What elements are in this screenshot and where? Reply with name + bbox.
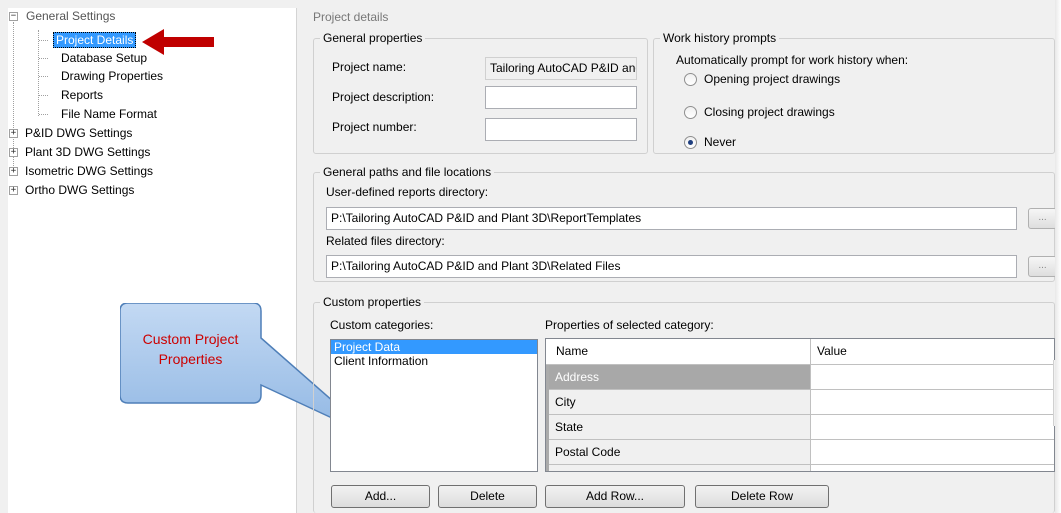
collapse-icon[interactable]: − — [9, 12, 18, 21]
project-description-label: Project description: — [332, 90, 435, 104]
properties-grid[interactable]: Name Value Address City State Postal Cod… — [545, 338, 1055, 472]
tree-item-ortho-dwg-settings[interactable]: Ortho DWG Settings — [25, 182, 134, 198]
tree-item-pid-dwg-settings[interactable]: P&ID DWG Settings — [25, 125, 132, 141]
tree-connector — [38, 30, 39, 116]
project-number-label: Project number: — [332, 120, 417, 134]
reports-directory-label: User-defined reports directory: — [326, 185, 489, 199]
table-row-name[interactable]: City — [549, 390, 811, 415]
radio-closing-drawings[interactable] — [684, 106, 697, 119]
project-name-label: Project name: — [332, 60, 407, 74]
project-name-field[interactable]: Tailoring AutoCAD P&ID and Plant 3D — [485, 57, 637, 80]
expand-icon[interactable]: + — [9, 186, 18, 195]
tree-connector — [39, 58, 48, 59]
expand-icon[interactable]: + — [9, 148, 18, 157]
radio-opening-drawings[interactable] — [684, 73, 697, 86]
radio-opening-drawings-label[interactable]: Opening project drawings — [704, 72, 840, 86]
list-item[interactable]: Client Information — [331, 354, 537, 368]
properties-label: Properties of selected category: — [545, 318, 714, 332]
tree-connector — [39, 76, 48, 77]
tree-connector — [39, 40, 48, 41]
expand-icon[interactable]: + — [9, 167, 18, 176]
radio-closing-drawings-label[interactable]: Closing project drawings — [704, 105, 835, 119]
tree-item-database-setup[interactable]: Database Setup — [61, 50, 147, 66]
tree-item-general-settings[interactable]: General Settings — [26, 8, 115, 24]
tree-item-reports[interactable]: Reports — [61, 87, 103, 103]
pane-title: Project details — [313, 10, 389, 24]
related-files-browse-button[interactable]: ... — [1028, 256, 1057, 277]
custom-categories-label: Custom categories: — [330, 318, 434, 332]
tree-item-project-details[interactable]: Project Details — [53, 32, 137, 48]
delete-category-button[interactable]: Delete — [438, 485, 537, 508]
radio-never[interactable] — [684, 136, 697, 149]
table-row-value — [811, 465, 1054, 471]
work-history-prompt: Automatically prompt for work history wh… — [676, 53, 909, 67]
expand-icon[interactable]: + — [9, 129, 18, 138]
delete-row-button[interactable]: Delete Row — [695, 485, 829, 508]
tree-item-drawing-properties[interactable]: Drawing Properties — [61, 68, 163, 84]
reports-directory-browse-button[interactable]: ... — [1028, 208, 1057, 229]
table-row-name[interactable]: Address — [549, 365, 811, 390]
table-row-name[interactable]: Postal Code — [549, 440, 811, 465]
tree-item-plant3d-dwg-settings[interactable]: Plant 3D DWG Settings — [25, 144, 150, 160]
add-row-button[interactable]: Add Row... — [545, 485, 685, 508]
radio-never-label[interactable]: Never — [704, 135, 736, 149]
edge-shadow — [1055, 0, 1061, 513]
work-history-label: Work history prompts — [660, 31, 780, 45]
table-row-value[interactable] — [811, 365, 1054, 390]
tree-connector — [39, 95, 48, 96]
table-row-value[interactable] — [811, 440, 1054, 465]
table-row-name[interactable]: State — [549, 415, 811, 440]
tree-item-isometric-dwg-settings[interactable]: Isometric DWG Settings — [25, 163, 153, 179]
table-row-value[interactable] — [811, 415, 1054, 440]
column-header-value[interactable]: Value — [811, 339, 1054, 365]
custom-categories-list[interactable]: Project Data Client Information — [330, 339, 538, 472]
list-item[interactable]: Project Data — [331, 340, 537, 354]
tree-item-file-name-format[interactable]: File Name Format — [61, 106, 157, 122]
add-category-button[interactable]: Add... — [331, 485, 430, 508]
project-description-field[interactable] — [485, 86, 637, 109]
general-properties-label: General properties — [320, 31, 426, 45]
reports-directory-field[interactable]: P:\Tailoring AutoCAD P&ID and Plant 3D\R… — [326, 207, 1017, 230]
tree-connector — [39, 114, 48, 115]
table-row-name — [549, 465, 811, 471]
column-header-name[interactable]: Name — [546, 339, 811, 365]
general-paths-label: General paths and file locations — [320, 165, 495, 179]
callout-text: Custom Project Properties — [142, 331, 239, 367]
table-row-value[interactable] — [811, 390, 1054, 415]
related-files-field[interactable]: P:\Tailoring AutoCAD P&ID and Plant 3D\R… — [326, 255, 1017, 278]
custom-properties-label: Custom properties — [320, 295, 425, 309]
project-number-field[interactable] — [485, 118, 637, 141]
annotation-arrow-icon — [142, 29, 214, 55]
related-files-label: Related files directory: — [326, 234, 445, 248]
